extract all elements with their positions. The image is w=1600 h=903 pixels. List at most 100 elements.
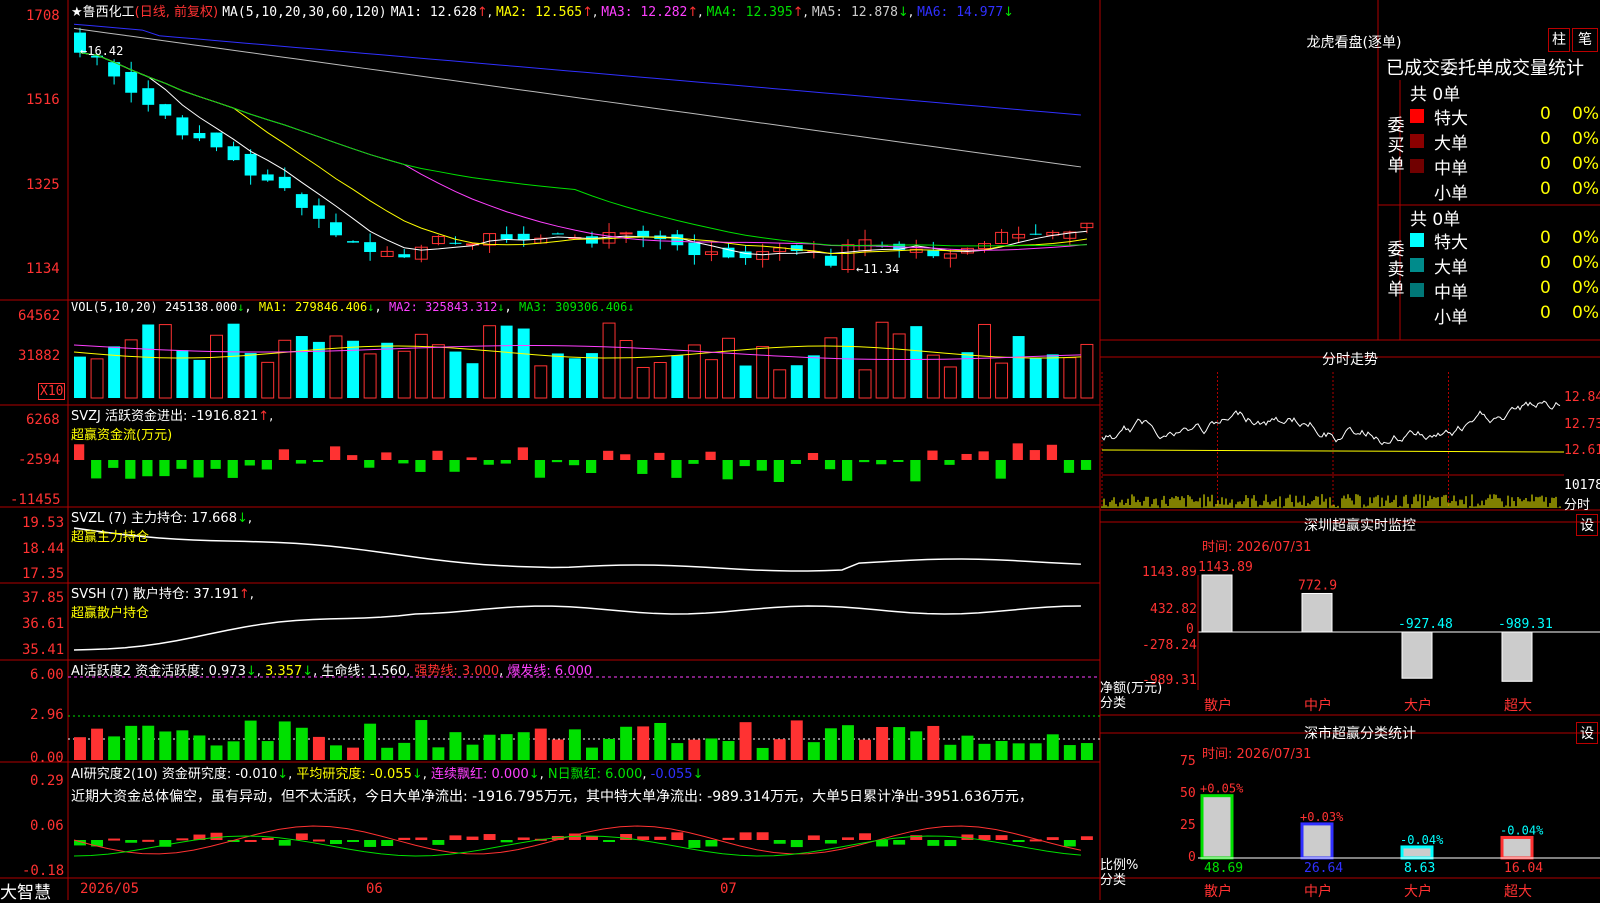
sz-bar-2: [1401, 631, 1433, 679]
ai-research-bar: [893, 840, 906, 845]
ai-active-bar: [278, 721, 291, 760]
vol-bar: [210, 334, 223, 399]
ai-active-bar: [978, 743, 991, 760]
sz-axis-2: 432.82: [1150, 602, 1197, 617]
candle-down: [551, 233, 564, 235]
cls-title: 深市超赢分类统计: [1304, 726, 1416, 742]
ai-research-bar: [278, 840, 291, 846]
ai-research-bar: [807, 835, 820, 840]
vol-bar: [773, 369, 787, 399]
svzj-bar: [125, 460, 136, 479]
svzj-bar: [108, 460, 119, 468]
candle-down: [517, 233, 530, 241]
vol-bar: [1080, 343, 1094, 399]
ai-research-bar: [722, 837, 735, 840]
bar-mode-button[interactable]: 柱: [1548, 28, 1570, 52]
sz-bar-label: 1143.89: [1198, 560, 1253, 575]
cls-bar-0: [1200, 794, 1234, 860]
vol-bar: [1012, 336, 1025, 398]
sz-settings-button[interactable]: 设: [1576, 514, 1598, 536]
sz-cat-label: 中户: [1304, 697, 1332, 714]
ai-active-bar: [295, 727, 308, 760]
order-type-label: 中单: [1434, 283, 1468, 303]
ai-active-bar: [176, 730, 189, 760]
fenshi-axis-4: 10178: [1564, 478, 1600, 493]
fenshi-axis-3: 12.61: [1564, 443, 1600, 458]
ai-active-bar: [142, 725, 155, 760]
ai-research-bar: [927, 840, 940, 846]
price-axis-1: 1708: [26, 8, 60, 24]
ai-research-bar: [1046, 837, 1059, 840]
vol-bar: [414, 333, 428, 399]
vol-bar: [910, 326, 923, 398]
ai-active-bar: [876, 726, 889, 760]
fenshi-axis-2: 12.73: [1564, 417, 1600, 432]
ai-active-bar: [1029, 743, 1042, 760]
ai-active-bar: [91, 728, 104, 760]
candle-down: [500, 234, 513, 240]
order-percent: 0%: [1572, 303, 1599, 323]
svzj-bar: [1046, 444, 1058, 460]
lhb-title: 龙虎看盘(逐单): [1306, 35, 1402, 51]
svzj-bar: [227, 460, 238, 478]
svzj-bar: [415, 460, 426, 472]
vol-bar: [90, 358, 104, 399]
ai-research-bar: [210, 832, 223, 840]
stock-name[interactable]: 鲁西化工: [83, 5, 135, 20]
buy-orders-label: 委买单: [1387, 116, 1405, 176]
ai-research-bar: [995, 835, 1008, 840]
order-color-swatch: [1410, 283, 1424, 297]
ai-active-bar: [568, 729, 581, 760]
vol-unit[interactable]: X10: [38, 383, 66, 400]
ai-active-bar: [807, 742, 820, 760]
tick-mode-button[interactable]: 笔: [1572, 28, 1598, 52]
ai-active-bar: [944, 744, 957, 760]
ai-active-bar: [790, 720, 803, 760]
ai-research-bar: [654, 836, 667, 840]
vol-bar: [636, 366, 650, 399]
ai-research-bar: [517, 837, 530, 840]
vol-bar: [74, 356, 86, 398]
buy-total: 共 0单: [1410, 85, 1461, 105]
ai-active-bar: [432, 747, 445, 760]
order-count: 0: [1540, 303, 1551, 323]
cls-bar-2: [1400, 845, 1434, 860]
vol-bar: [790, 365, 803, 398]
vol-bar: [347, 340, 360, 398]
ai-active-bar: [1046, 734, 1059, 760]
ai-active-bar: [125, 725, 138, 760]
cls-val-label: 48.69: [1204, 861, 1243, 876]
svzj-bar: [500, 460, 511, 464]
svzj-bar: [364, 460, 375, 468]
vol-bar: [500, 325, 513, 398]
vol-bar: [108, 346, 121, 398]
vol-bar: [807, 355, 820, 398]
sz-axis-3: 0: [1186, 622, 1194, 637]
ma-label: MA(5,10,20,30,60,120): [222, 5, 387, 20]
ai-research-bar: [347, 840, 360, 842]
ai-active-bar: [910, 731, 923, 760]
date-label-3: 07: [720, 881, 737, 897]
cls-cat-label: 中户: [1304, 883, 1332, 900]
cls-settings-button[interactable]: 设: [1576, 722, 1598, 744]
order-color-swatch: [1410, 184, 1424, 198]
period-label[interactable]: (日线, 前复权): [135, 5, 218, 20]
candle-down: [364, 242, 377, 252]
ai-research-comment: 近期大资金总体偏空，虽有异动，但不太活跃，今日大单净流出: -1916.795万…: [71, 789, 1033, 805]
ai-active-bar: [210, 745, 223, 760]
ai-research-bar: [125, 840, 138, 843]
vol-bar: [739, 365, 752, 398]
vol-bar: [227, 323, 240, 398]
ai-research-bar: [671, 832, 684, 840]
svzj-bar: [705, 451, 716, 460]
cls-axis-1: 75: [1180, 754, 1196, 769]
candle-down: [244, 153, 257, 176]
sz-time: 时间: 2026/07/31: [1202, 540, 1312, 555]
candle-down: [278, 176, 291, 189]
svsh-axis-2: 36.61: [22, 616, 65, 632]
vol-bar: [466, 363, 479, 398]
candle-down: [159, 104, 172, 116]
svzj-axis-2: -2594: [18, 452, 61, 468]
ai-active-header: AI活跃度2 资金活跃度: 0.973↓, 3.357↓, 生命线: 1.560…: [71, 664, 593, 679]
vol-bar: [756, 346, 770, 399]
